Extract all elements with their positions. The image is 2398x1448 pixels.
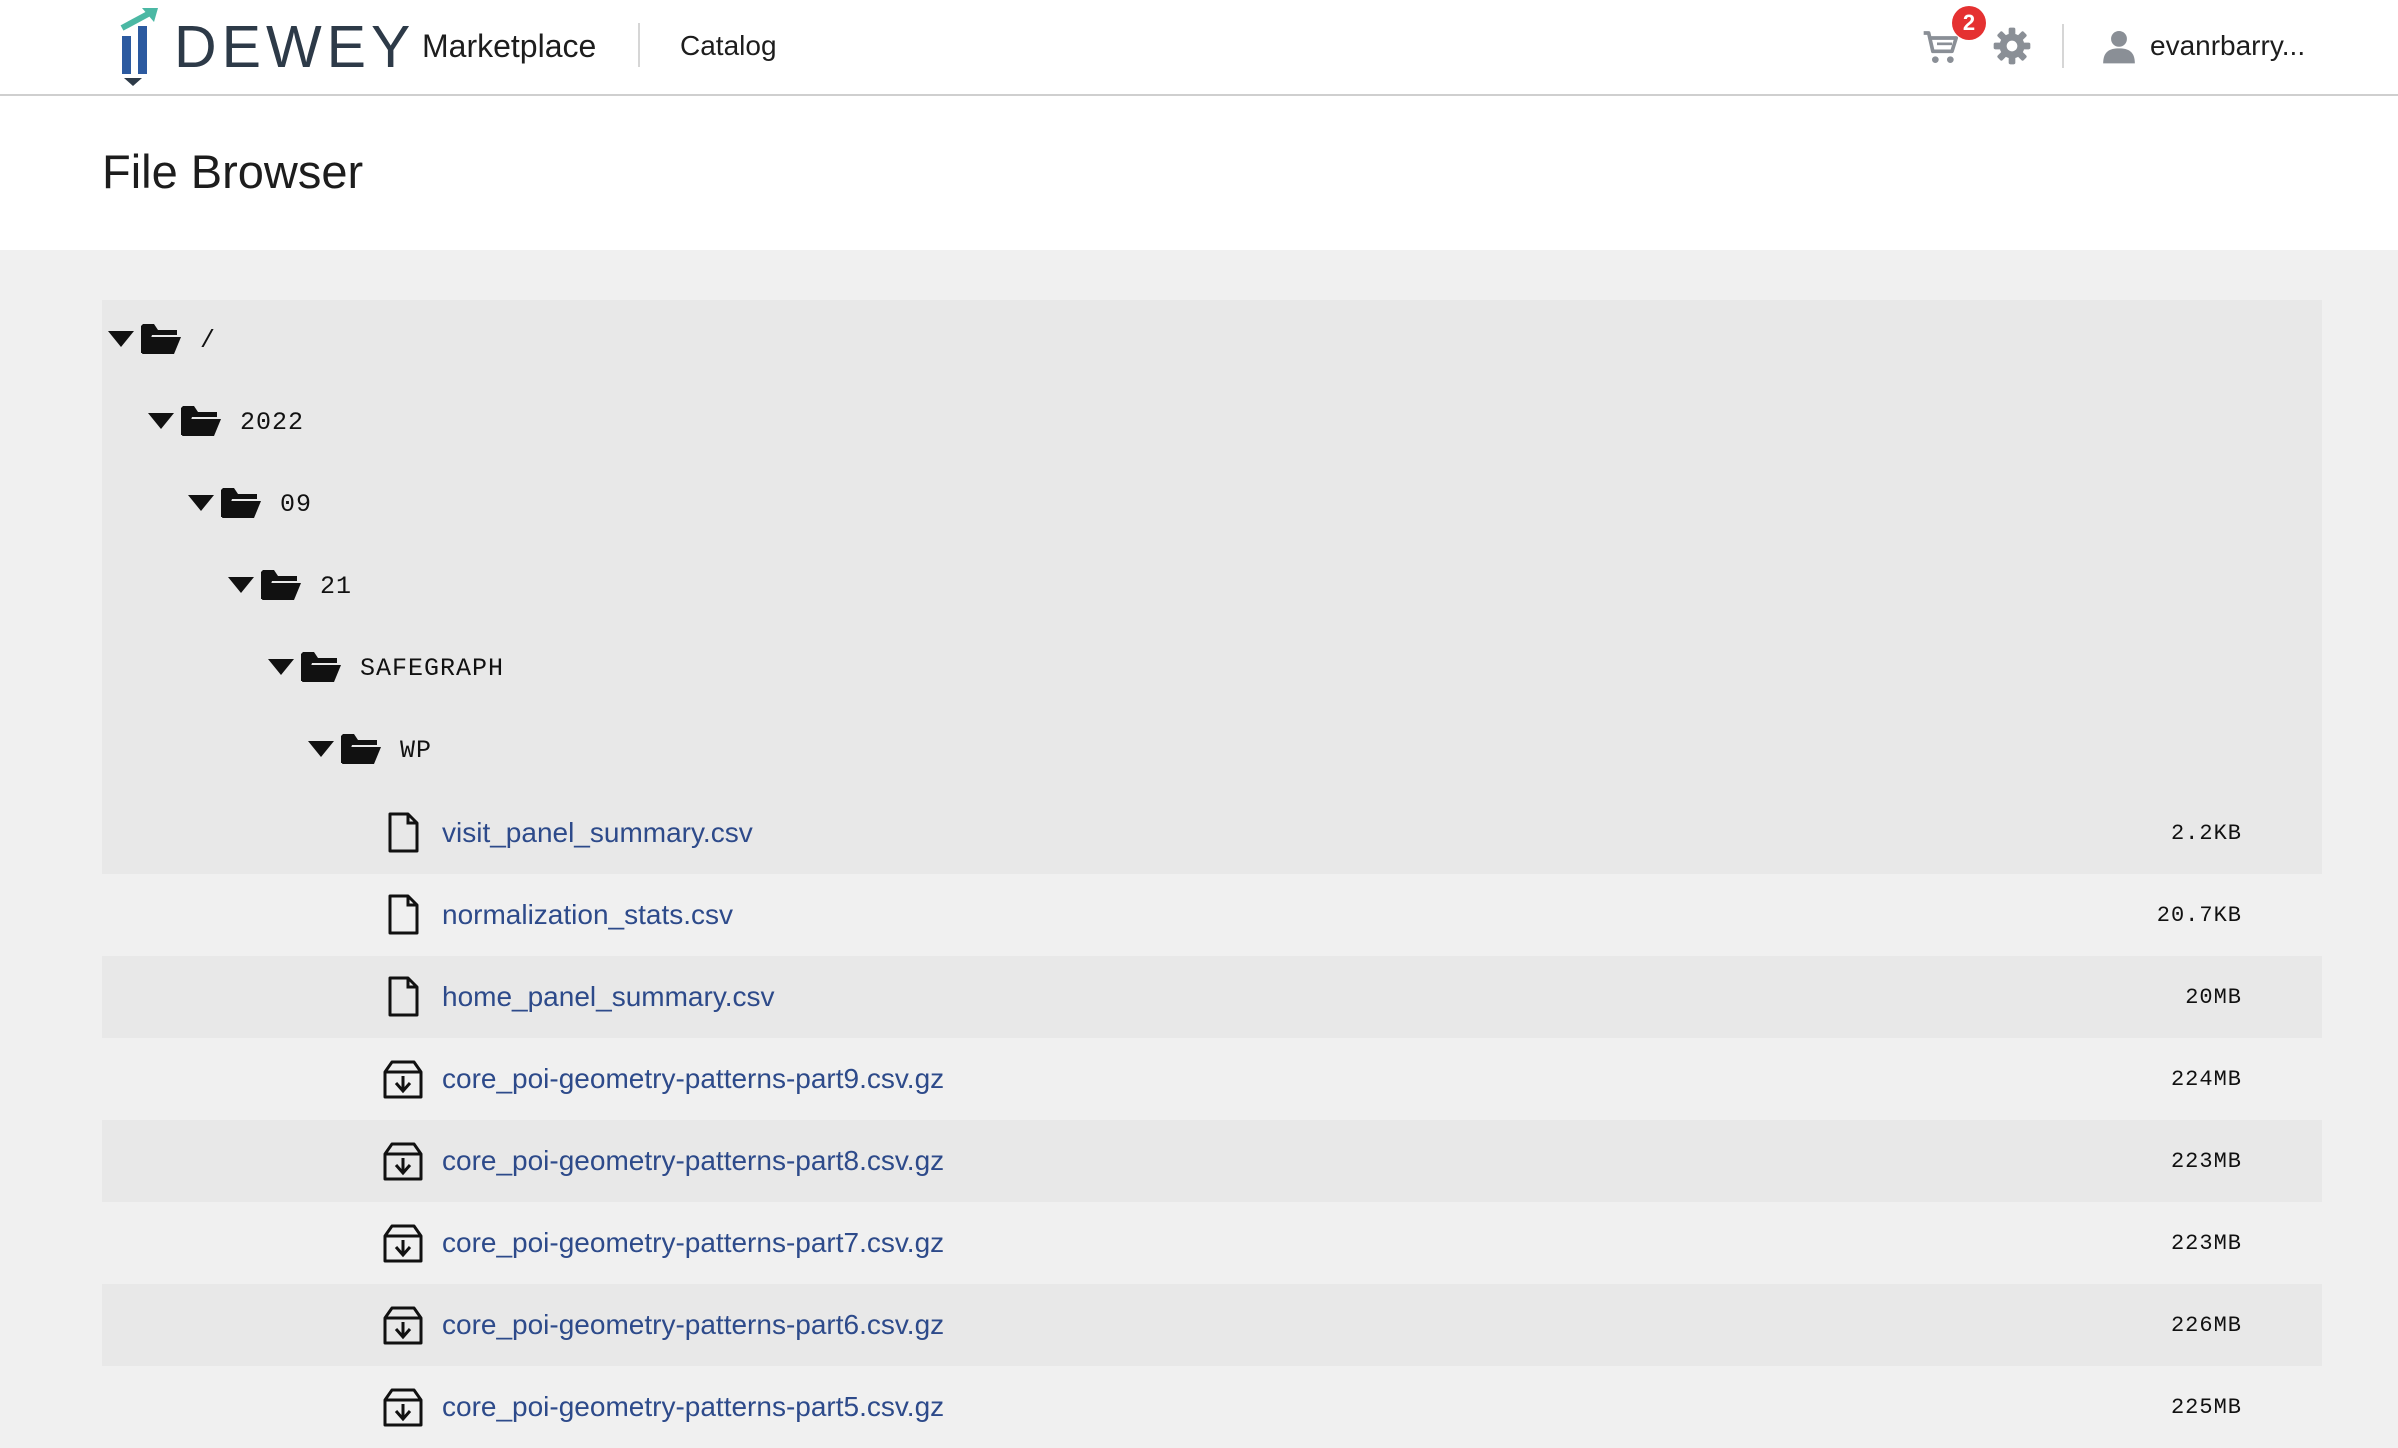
user-divider (2062, 24, 2064, 68)
file-link[interactable]: core_poi-geometry-patterns-part9.csv.gz (442, 1061, 944, 1097)
folder-row-wp[interactable]: WP (102, 710, 2322, 792)
folder-name[interactable]: / (200, 325, 216, 357)
file-size: 2.2KB (2170, 821, 2242, 846)
folder-open-icon (300, 648, 342, 684)
logo-wordmark: DEWEY (174, 13, 416, 80)
file-icon (382, 976, 424, 1018)
file-size: 226MB (2170, 1313, 2242, 1338)
caret-down-icon[interactable] (228, 577, 254, 593)
folder-name[interactable]: 2022 (240, 407, 304, 439)
folder-row-root[interactable]: / (102, 300, 2322, 382)
folder-row-2022[interactable]: 2022 (102, 382, 2322, 464)
file-size: 223MB (2170, 1149, 2242, 1174)
file-size: 224MB (2170, 1067, 2242, 1092)
file-size: 225MB (2170, 1395, 2242, 1420)
file-row[interactable]: visit_panel_summary.csv 2.2KB (102, 792, 2322, 874)
file-link[interactable]: home_panel_summary.csv (442, 979, 775, 1015)
folder-row-21[interactable]: 21 (102, 546, 2322, 628)
folder-name[interactable]: SAFEGRAPH (360, 653, 504, 685)
file-row[interactable]: core_poi-geometry-patterns-part7.csv.gz … (102, 1202, 2322, 1284)
file-row[interactable]: core_poi-geometry-patterns-part9.csv.gz … (102, 1038, 2322, 1120)
archive-download-icon (382, 1386, 424, 1428)
user-menu[interactable]: evanrbarry... (2100, 24, 2305, 68)
archive-download-icon (382, 1058, 424, 1100)
caret-down-icon[interactable] (148, 413, 174, 429)
folder-row-09[interactable]: 09 (102, 464, 2322, 546)
folder-name[interactable]: 09 (280, 489, 312, 521)
file-row[interactable]: core_poi-geometry-patterns-part8.csv.gz … (102, 1120, 2322, 1202)
file-size: 223MB (2170, 1231, 2242, 1256)
settings-button[interactable] (1992, 26, 2032, 66)
folder-open-icon (260, 566, 302, 602)
caret-down-icon[interactable] (308, 741, 334, 757)
file-size: 20.7KB (2156, 903, 2242, 928)
caret-down-icon[interactable] (108, 331, 134, 347)
file-link[interactable]: core_poi-geometry-patterns-part8.csv.gz (442, 1143, 944, 1179)
file-link[interactable]: visit_panel_summary.csv (442, 815, 753, 851)
brand-marketplace-label[interactable]: Marketplace (422, 26, 596, 66)
file-link[interactable]: core_poi-geometry-patterns-part7.csv.gz (442, 1225, 944, 1261)
archive-download-icon (382, 1304, 424, 1346)
folder-name[interactable]: WP (400, 735, 432, 767)
top-navbar: DEWEY Marketplace Catalog 2 evanrbarry..… (0, 0, 2398, 96)
file-row[interactable]: home_panel_summary.csv 20MB (102, 956, 2322, 1038)
folder-open-icon (220, 484, 262, 520)
file-icon (382, 812, 424, 854)
file-link[interactable]: core_poi-geometry-patterns-part5.csv.gz (442, 1389, 944, 1425)
file-link[interactable]: core_poi-geometry-patterns-part6.csv.gz (442, 1307, 944, 1343)
folder-open-icon (180, 402, 222, 438)
page-title: File Browser (102, 145, 364, 198)
archive-download-icon (382, 1140, 424, 1182)
folder-name[interactable]: 21 (320, 571, 352, 603)
file-size: 20MB (2185, 985, 2242, 1010)
file-icon (382, 894, 424, 936)
archive-download-icon (382, 1222, 424, 1264)
dewey-logo-icon (120, 8, 158, 86)
caret-down-icon[interactable] (268, 659, 294, 675)
user-avatar-icon (2103, 30, 2135, 64)
cart-count-badge: 2 (1952, 6, 1986, 40)
folder-open-icon (140, 320, 182, 356)
username-label: evanrbarry... (2150, 30, 2306, 61)
nav-divider (638, 23, 640, 67)
caret-down-icon[interactable] (188, 495, 214, 511)
gear-icon (1993, 27, 2031, 65)
file-tree: / 2022 09 21 SAFEGRAPH WP visit_panel_su… (102, 300, 2322, 1448)
file-row[interactable]: normalization_stats.csv 20.7KB (102, 874, 2322, 956)
file-link[interactable]: normalization_stats.csv (442, 897, 733, 933)
folder-open-icon (340, 730, 382, 766)
file-row[interactable]: core_poi-geometry-patterns-part5.csv.gz … (102, 1366, 2322, 1448)
title-band: File Browser (0, 96, 2398, 250)
dewey-logo[interactable]: DEWEY (118, 6, 415, 86)
file-row[interactable]: core_poi-geometry-patterns-part6.csv.gz … (102, 1284, 2322, 1366)
nav-catalog-link[interactable]: Catalog (680, 26, 777, 66)
folder-row-safegraph[interactable]: SAFEGRAPH (102, 628, 2322, 710)
